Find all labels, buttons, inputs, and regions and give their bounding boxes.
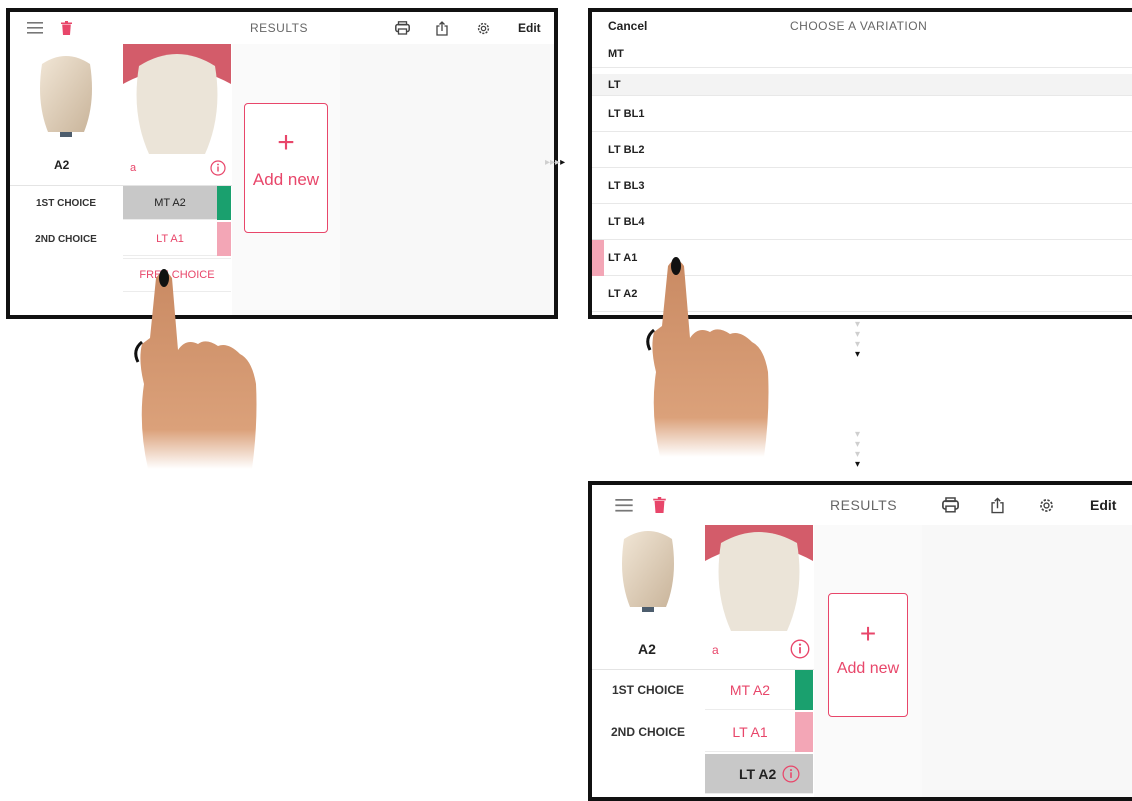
info-icon[interactable] (790, 639, 810, 659)
menu-icon[interactable] (614, 485, 634, 525)
section-header-lt: LT (592, 74, 1132, 96)
variation-item[interactable]: LT BL2 (592, 132, 1132, 168)
arrow-down-icon: ▾ ▾ ▾ ▾ (855, 319, 861, 360)
second-choice-value[interactable]: LT A1 (705, 712, 795, 752)
second-choice-value[interactable]: LT A1 (123, 222, 217, 256)
first-choice-label: 1ST CHOICE (35, 197, 96, 209)
card-label: a (712, 643, 719, 657)
page-title: RESULTS (830, 497, 898, 513)
share-icon[interactable] (434, 12, 450, 44)
variation-title: CHOOSE A VARIATION (790, 19, 928, 33)
shade-tab-image (34, 52, 98, 148)
second-choice-label: 2ND CHOICE (610, 725, 685, 739)
cancel-button[interactable]: Cancel (608, 12, 647, 40)
add-new-button[interactable]: + Add new (828, 593, 908, 717)
hand-pointer-icon (640, 252, 790, 462)
first-choice-value[interactable]: MT A2 (705, 670, 795, 710)
results-topbar: RESULTS Edit (592, 485, 1132, 526)
add-new-label: Add new (836, 660, 900, 677)
variation-item[interactable]: LT BL1 (592, 96, 1132, 132)
empty-column (340, 44, 554, 315)
trash-icon[interactable] (650, 485, 668, 525)
first-choice-indicator (217, 186, 231, 220)
info-icon[interactable] (210, 160, 226, 176)
edit-button[interactable]: Edit (518, 12, 541, 44)
info-icon[interactable] (782, 765, 800, 783)
results-screen-after: RESULTS Edit A2 a 1ST CHOICE 2ND CHOICE … (588, 481, 1132, 801)
plus-icon: + (277, 126, 295, 159)
shade-tab-image (616, 527, 680, 623)
free-choice-value[interactable]: LT A2 (705, 754, 813, 794)
add-new-label: Add new (252, 170, 320, 189)
shade-label: A2 (638, 641, 656, 657)
print-icon[interactable] (393, 12, 411, 44)
hand-pointer-icon (128, 264, 278, 474)
gear-icon[interactable] (1036, 485, 1056, 525)
second-choice-indicator (795, 712, 813, 752)
results-screen-before: RESULTS Edit A2 a 1ST CHOICE 2ND CHOICE … (6, 8, 558, 319)
tooth-photo[interactable] (123, 44, 231, 156)
trash-icon[interactable] (58, 12, 74, 44)
print-icon[interactable] (940, 485, 960, 525)
gear-icon[interactable] (474, 12, 492, 44)
page-title: RESULTS (250, 21, 308, 35)
second-choice-label: 2ND CHOICE (35, 233, 97, 245)
section-header-mt: MT (592, 40, 1132, 68)
menu-icon[interactable] (26, 12, 44, 44)
free-choice-text: LT A2 (739, 765, 777, 782)
plus-icon: + (859, 618, 877, 649)
first-choice-indicator (795, 670, 813, 710)
first-choice-label: 1ST CHOICE (611, 683, 684, 697)
selected-indicator (592, 240, 604, 276)
arrow-right-icon: ▸▸▸▸ (545, 157, 566, 168)
share-icon[interactable] (988, 485, 1006, 525)
add-new-button[interactable]: + Add new (244, 103, 328, 233)
results-topbar: RESULTS Edit (10, 12, 554, 45)
shade-label: A2 (54, 158, 70, 172)
variation-item[interactable]: LT BL3 (592, 168, 1132, 204)
second-choice-indicator (217, 222, 231, 256)
card-label: a (130, 162, 137, 174)
tooth-photo[interactable] (705, 525, 813, 633)
first-choice-value[interactable]: MT A2 (123, 186, 217, 220)
variation-item[interactable]: LT BL4 (592, 204, 1132, 240)
edit-button[interactable]: Edit (1090, 485, 1116, 525)
arrow-down-icon: ▾ ▾ ▾ ▾ (855, 429, 861, 470)
variation-topbar: Cancel CHOOSE A VARIATION (592, 12, 1132, 41)
empty-column (922, 525, 1132, 797)
